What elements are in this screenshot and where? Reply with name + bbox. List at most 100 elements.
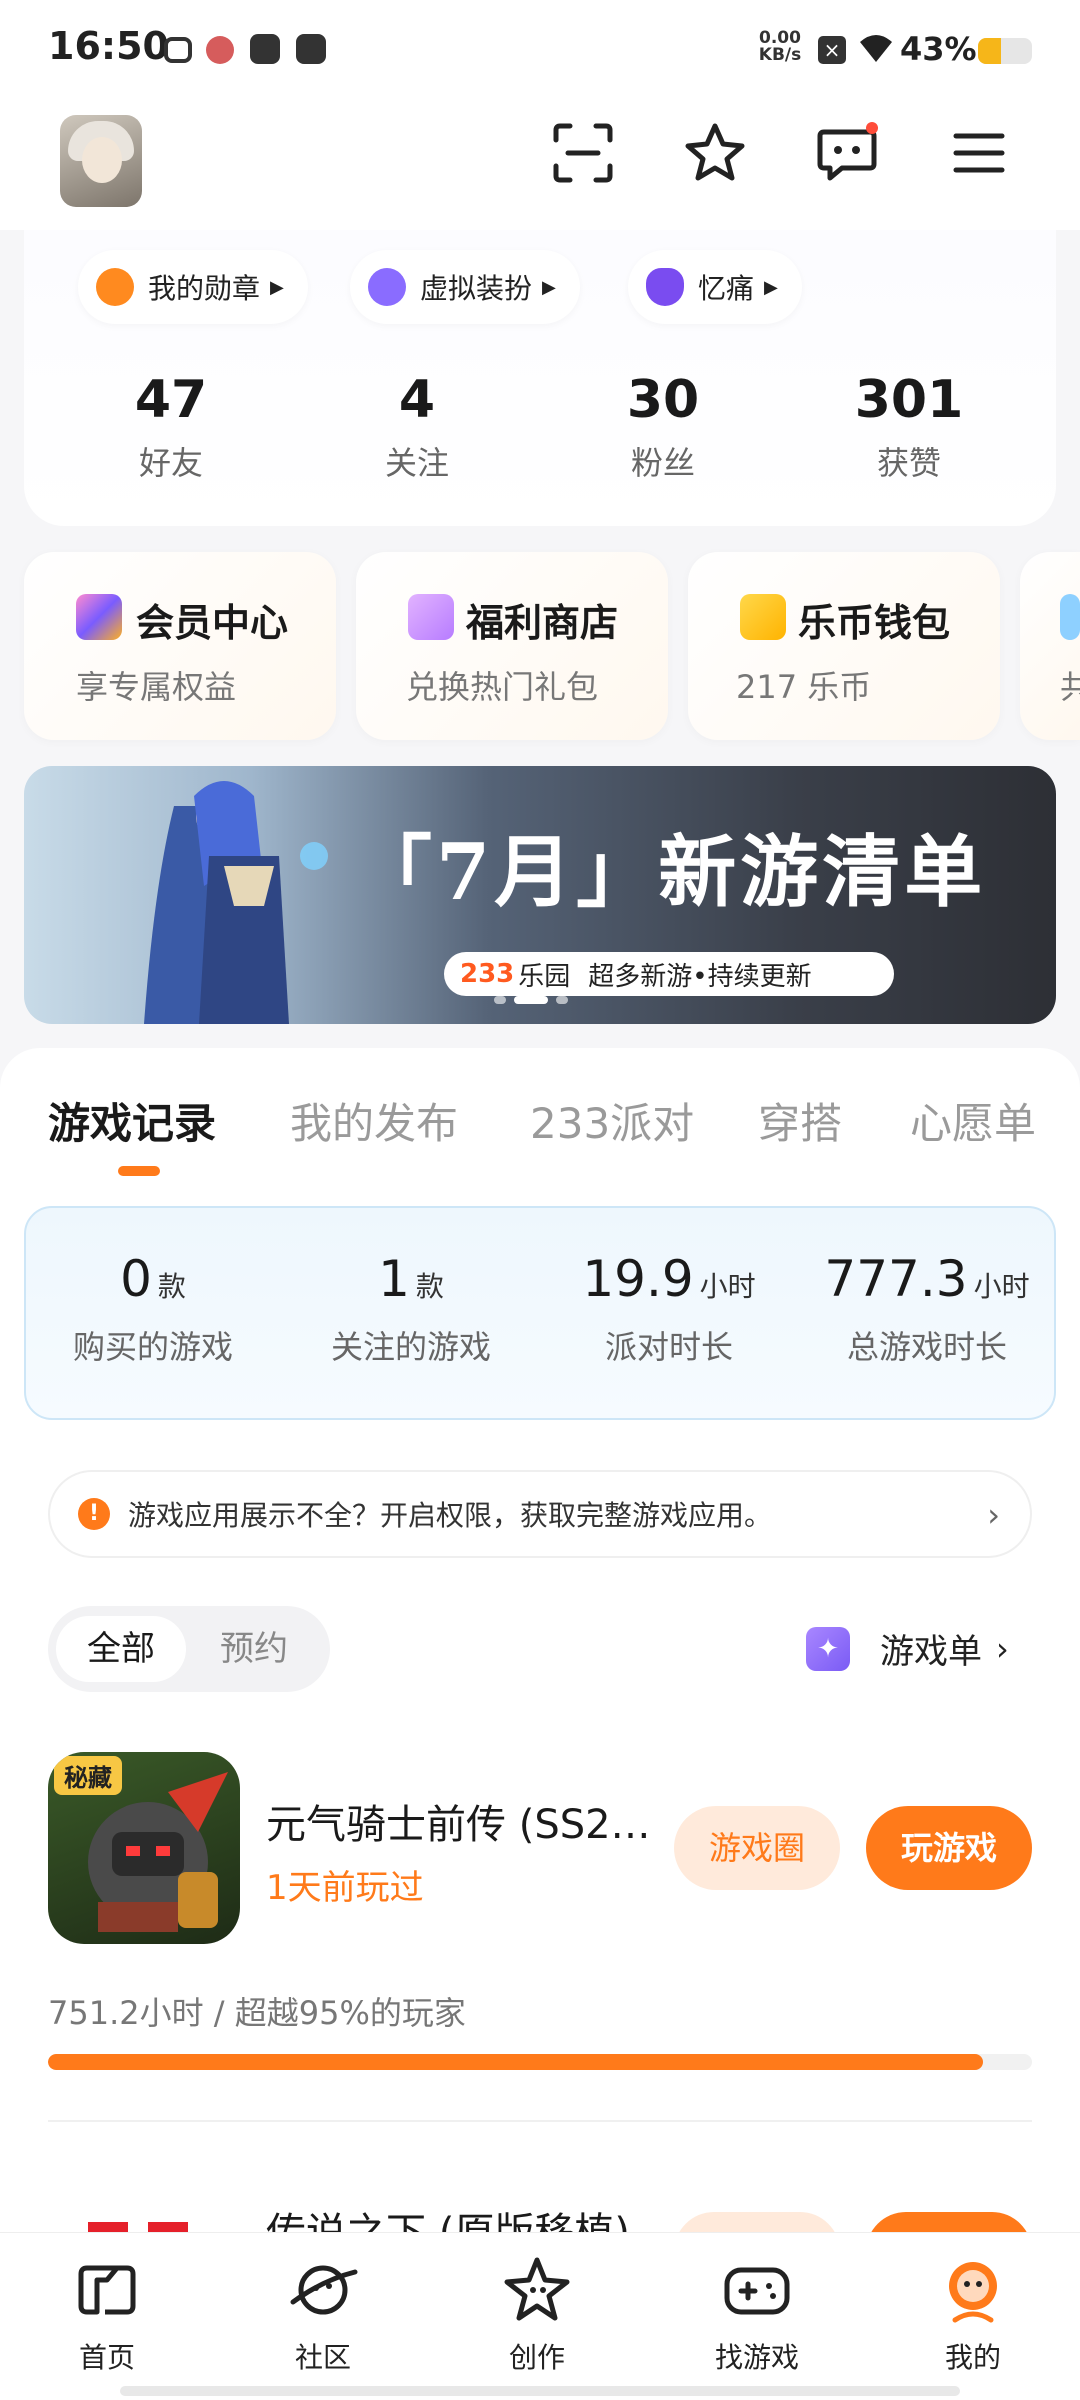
- stat-fans[interactable]: 30 粉丝: [540, 370, 786, 484]
- stat-label: 获赞: [876, 444, 941, 482]
- stat-value: 301: [854, 370, 964, 430]
- summary-unit: 小时: [973, 1270, 1030, 1303]
- gamepad-icon: [724, 2267, 790, 2315]
- chip-label: 我的勋章: [148, 272, 261, 305]
- filter-reserve[interactable]: 预约: [188, 1616, 320, 1682]
- divider: [48, 2120, 1032, 2122]
- tiktok-icon: [250, 34, 280, 64]
- summary-unit: 款: [415, 1270, 444, 1303]
- stat-likes[interactable]: 301 获赞: [786, 370, 1032, 484]
- avatar[interactable]: [60, 115, 142, 207]
- tab-my-posts[interactable]: 我的发布: [290, 1090, 458, 1151]
- medal-icon: [96, 268, 134, 306]
- no-sim-icon: ×: [818, 36, 846, 64]
- app-notification-icon: [206, 36, 234, 64]
- wallet-icon: [740, 594, 786, 640]
- game-circle-button[interactable]: 游戏圈: [674, 1806, 840, 1890]
- game-icon[interactable]: 秘藏: [48, 1752, 240, 1944]
- net-speed: 0.00 KB/s: [752, 30, 808, 64]
- nav-label: 找游戏: [714, 2341, 799, 2374]
- notice-text: 游戏应用展示不全？开启权限，获取完整游戏应用。: [128, 1499, 773, 1532]
- permission-notice[interactable]: ! 游戏应用展示不全？开启权限，获取完整游戏应用。 ›: [48, 1470, 1032, 1558]
- summary-unit: 款: [157, 1270, 186, 1303]
- chip-medals[interactable]: 我的勋章 ▶: [78, 250, 308, 324]
- nav-mine[interactable]: 我的: [898, 2250, 1048, 2376]
- filter-all[interactable]: 全部: [56, 1616, 186, 1682]
- gift-icon: [408, 594, 454, 640]
- hidden-badge: 秘藏: [54, 1756, 122, 1795]
- last-played: 1天前玩过: [266, 1868, 424, 1908]
- summary-purchased[interactable]: 0款 购买的游戏: [24, 1250, 282, 1368]
- stat-value: 4: [398, 370, 436, 430]
- nav-label: 我的: [944, 2341, 1001, 2374]
- summary-party-time[interactable]: 19.9 小时 派对时长: [540, 1250, 798, 1368]
- service-subtitle: 217 乐币: [736, 668, 872, 706]
- summary-label: 购买的游戏: [72, 1328, 233, 1366]
- nav-label: 首页: [78, 2341, 135, 2374]
- banner-tagline: 233 乐园 超多新游•持续更新: [444, 952, 894, 996]
- service-welfare-shop[interactable]: 福利商店 兑换热门礼包: [356, 552, 668, 740]
- tab-game-records[interactable]: 游戏记录: [48, 1090, 216, 1151]
- play-game-button[interactable]: 玩游戏: [866, 1806, 1032, 1890]
- planet-icon: [290, 2265, 358, 2315]
- wifi-icon: [860, 35, 892, 62]
- promo-banner[interactable]: 「7月」新游清单 233 乐园 超多新游•持续更新: [24, 766, 1056, 1024]
- service-subtitle: 兑换热门礼包: [406, 668, 599, 706]
- vip-crown-icon: [76, 594, 122, 640]
- nav-home[interactable]: 首页: [32, 2250, 182, 2376]
- banner-pagination: [494, 996, 568, 1004]
- game-list-label: 游戏单: [880, 1632, 982, 1672]
- summary-total-time[interactable]: 777.3 小时 总游戏时长: [798, 1250, 1056, 1368]
- heart-icon: [646, 268, 684, 306]
- summary-label: 总游戏时长: [846, 1328, 1007, 1366]
- stat-label: 粉丝: [630, 444, 695, 482]
- nav-find-games[interactable]: 找游戏: [682, 2250, 832, 2376]
- nav-create[interactable]: 创作: [462, 2250, 612, 2376]
- tab-wishlist[interactable]: 心愿单: [910, 1090, 1036, 1151]
- service-subtitle: 共: [1060, 668, 1080, 706]
- chevron-right-icon: ▶: [542, 276, 556, 298]
- video-app-icon: [296, 34, 326, 64]
- service-subtitle: 享专属权益: [76, 668, 237, 706]
- banner-character-image: [144, 781, 328, 1024]
- status-time: 16:50: [48, 24, 169, 68]
- tab-outfits[interactable]: 穿搭: [758, 1090, 842, 1151]
- summary-value: 0: [120, 1250, 152, 1308]
- chip-dress-up[interactable]: 虚拟装扮 ▶: [350, 250, 580, 324]
- avatar-dress-icon: [368, 268, 406, 306]
- chip-relation[interactable]: 忆痛 ▶: [628, 250, 802, 324]
- chevron-right-icon: ›: [987, 1496, 1000, 1534]
- summary-value: 19.9: [582, 1250, 694, 1308]
- service-vip-center[interactable]: 会员中心 享专属权益: [24, 552, 336, 740]
- service-more[interactable]: 共: [1020, 552, 1080, 740]
- banner-title: 「7月」新游清单: [354, 827, 987, 918]
- game-list-link[interactable]: ✦ 游戏单 ›: [806, 1624, 1009, 1673]
- game-name[interactable]: 元气骑士前传 (SS2…: [266, 1792, 651, 1850]
- stat-following[interactable]: 4 关注: [294, 370, 540, 484]
- menu-icon[interactable]: [944, 118, 1014, 188]
- nav-community[interactable]: 社区: [248, 2250, 398, 2376]
- stat-value: 47: [134, 370, 208, 430]
- chevron-right-icon: ›: [996, 1629, 1009, 1668]
- nav-label: 社区: [294, 2341, 351, 2374]
- service-wallet[interactable]: 乐币钱包 217 乐币: [688, 552, 1000, 740]
- summary-label: 派对时长: [604, 1328, 733, 1366]
- summary-unit: 小时: [699, 1270, 756, 1303]
- banner-tagline-text: 超多新游•持续更新: [588, 961, 812, 992]
- summary-value: 777.3: [824, 1250, 968, 1308]
- tab-indicator: [118, 1166, 160, 1176]
- message-icon[interactable]: [812, 118, 882, 188]
- tab-233-party[interactable]: 233派对: [530, 1090, 694, 1151]
- star-icon[interactable]: [680, 118, 750, 188]
- service-title: 福利商店: [466, 601, 619, 645]
- chevron-right-icon: ▶: [270, 276, 284, 298]
- page-dot-active: [514, 996, 548, 1004]
- stat-friends[interactable]: 47 好友: [48, 370, 294, 484]
- scan-icon[interactable]: [548, 118, 618, 188]
- warning-icon: !: [78, 1498, 110, 1530]
- gesture-bar[interactable]: [120, 2386, 960, 2396]
- service-title: 会员中心: [136, 601, 289, 645]
- summary-label: 关注的游戏: [330, 1328, 491, 1366]
- summary-followed[interactable]: 1款 关注的游戏: [282, 1250, 540, 1368]
- stat-label: 好友: [138, 444, 203, 482]
